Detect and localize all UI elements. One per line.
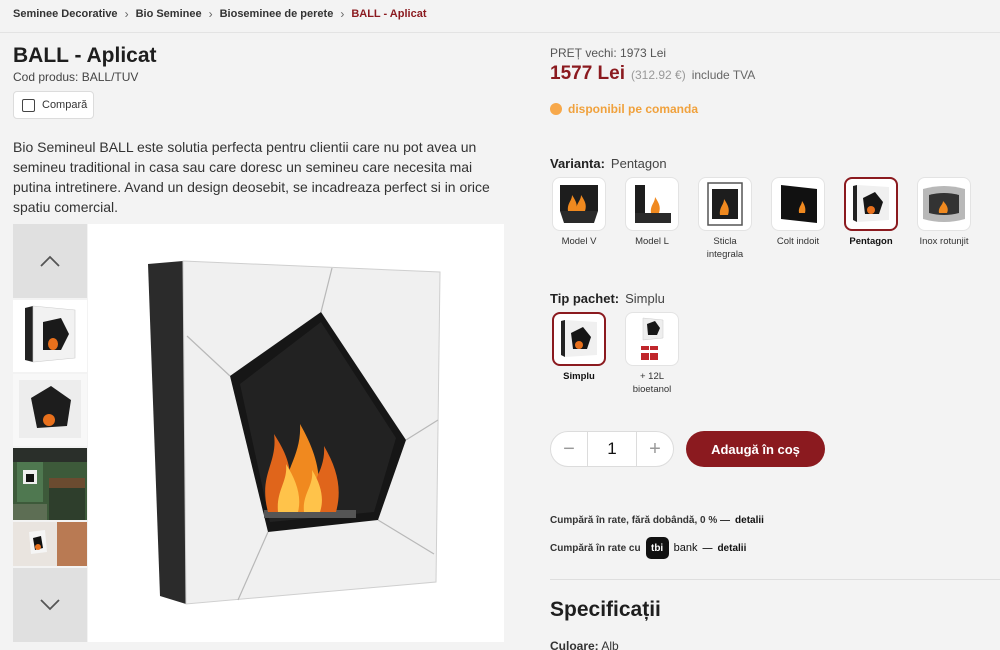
installments-dash: —	[702, 542, 713, 554]
variant-option-pentagon[interactable]: Pentagon	[841, 177, 901, 248]
price-eur: (312.92 €)	[631, 68, 686, 82]
thumbnail-up-button[interactable]	[13, 224, 87, 298]
compare-label: Compară	[42, 99, 88, 111]
package-selected: Simplu	[625, 291, 665, 306]
breadcrumb-current: BALL - Aplicat	[351, 8, 427, 20]
spec-row-color: Culoare: Alb	[550, 639, 619, 650]
old-price: PREȚ vechi: 1973 Lei	[550, 46, 667, 60]
checkbox-icon[interactable]	[22, 98, 35, 112]
tbi-logo: tbi	[645, 537, 669, 559]
variant-option-label: Sticla integrala	[706, 236, 744, 260]
package-label: Tip pachet: Simplu	[550, 291, 665, 306]
variant-option-inox-rotunjit[interactable]: Inox rotunjit	[914, 177, 974, 248]
variant-option-label: Colt indoit	[776, 236, 820, 247]
installments-text: Cumpără în rate, fără dobândă, 0 % —	[550, 515, 731, 526]
variant-label: Varianta: Pentagon	[550, 156, 667, 171]
availability-text: disponibil pe comanda	[568, 102, 699, 116]
chevron-right-icon: ›	[340, 7, 345, 21]
compare-button[interactable]: Compară	[13, 91, 94, 119]
installments-details-link[interactable]: detalii	[735, 515, 764, 526]
installments-zero-interest: Cumpără în rate, fără dobândă, 0 % — det…	[550, 515, 764, 526]
installments-tbi: Cumpără în rate cu tbi bank — detalii	[550, 537, 746, 559]
quantity-stepper: − 1 +	[550, 431, 674, 467]
product-description: Bio Semineul BALL este solutia perfecta …	[13, 139, 490, 215]
availability-status: disponibil pe comanda	[550, 102, 698, 116]
package-option-bioetanol[interactable]: + 12L bioetanol	[622, 312, 682, 396]
variant-option-colt-indoit[interactable]: Colt indoit	[768, 177, 828, 248]
chevron-right-icon: ›	[208, 7, 213, 21]
variant-option-label: Inox rotunjit	[919, 236, 969, 247]
section-divider	[550, 579, 1000, 580]
package-option-simplu[interactable]: Simplu	[549, 312, 609, 383]
thumbnail-front[interactable]	[13, 300, 87, 372]
chevron-up-icon	[40, 255, 60, 267]
tbi-bank-word: bank	[673, 542, 698, 554]
variant-option-sticla-integrala[interactable]: Sticla integrala	[695, 177, 755, 261]
chevron-down-icon	[40, 599, 60, 611]
package-option-label: + 12L bioetanol	[632, 371, 672, 395]
breadcrumb-item-bio-seminee[interactable]: Bio Seminee	[136, 8, 202, 20]
variant-option-model-l[interactable]: Model L	[622, 177, 682, 248]
current-price: 1577 Lei	[550, 63, 625, 84]
availability-dot-icon	[550, 103, 562, 115]
thumbnail-angle[interactable]	[13, 374, 87, 446]
product-title: BALL - Aplicat	[13, 44, 157, 67]
breadcrumb-item-bioseminee-de-perete[interactable]: Bioseminee de perete	[220, 8, 334, 20]
price-tva: include TVA	[691, 68, 756, 82]
quantity-decrease-button[interactable]: −	[551, 438, 587, 461]
thumbnail-room[interactable]	[13, 522, 87, 566]
add-to-cart-button[interactable]: Adaugă în coș	[686, 431, 825, 467]
tbi-details-link[interactable]: detalii	[717, 543, 746, 554]
main-product-image[interactable]	[88, 224, 504, 642]
package-label-text: Tip pachet:	[550, 291, 620, 306]
variant-option-label: Model V	[561, 236, 597, 247]
variant-option-model-v[interactable]: Model V	[549, 177, 609, 248]
variant-option-label: Model L	[635, 236, 669, 247]
breadcrumb: Seminee Decorative › Bio Seminee › Biose…	[13, 7, 426, 21]
spec-label: Culoare:	[550, 639, 599, 650]
thumbnail-interior[interactable]	[13, 448, 87, 520]
chevron-right-icon: ›	[124, 7, 129, 21]
installments-tbi-text: Cumpără în rate cu	[550, 542, 641, 554]
breadcrumb-item-seminee-decorative[interactable]: Seminee Decorative	[13, 8, 118, 20]
spec-value: Alb	[601, 639, 619, 650]
package-option-label: Simplu	[563, 371, 595, 382]
specifications-title: Specificații	[550, 598, 661, 621]
quantity-increase-button[interactable]: +	[637, 438, 673, 461]
variant-option-label: Pentagon	[849, 236, 893, 247]
header-divider	[0, 32, 1000, 33]
product-code: Cod produs: BALL/TUV	[13, 70, 139, 84]
thumbnail-strip	[13, 224, 87, 642]
variant-label-text: Varianta:	[550, 156, 605, 171]
thumbnail-down-button[interactable]	[13, 568, 87, 642]
price-row: 1577 Lei (312.92 €) include TVA	[550, 63, 755, 85]
quantity-input[interactable]: 1	[587, 431, 637, 467]
variant-selected: Pentagon	[610, 156, 667, 171]
